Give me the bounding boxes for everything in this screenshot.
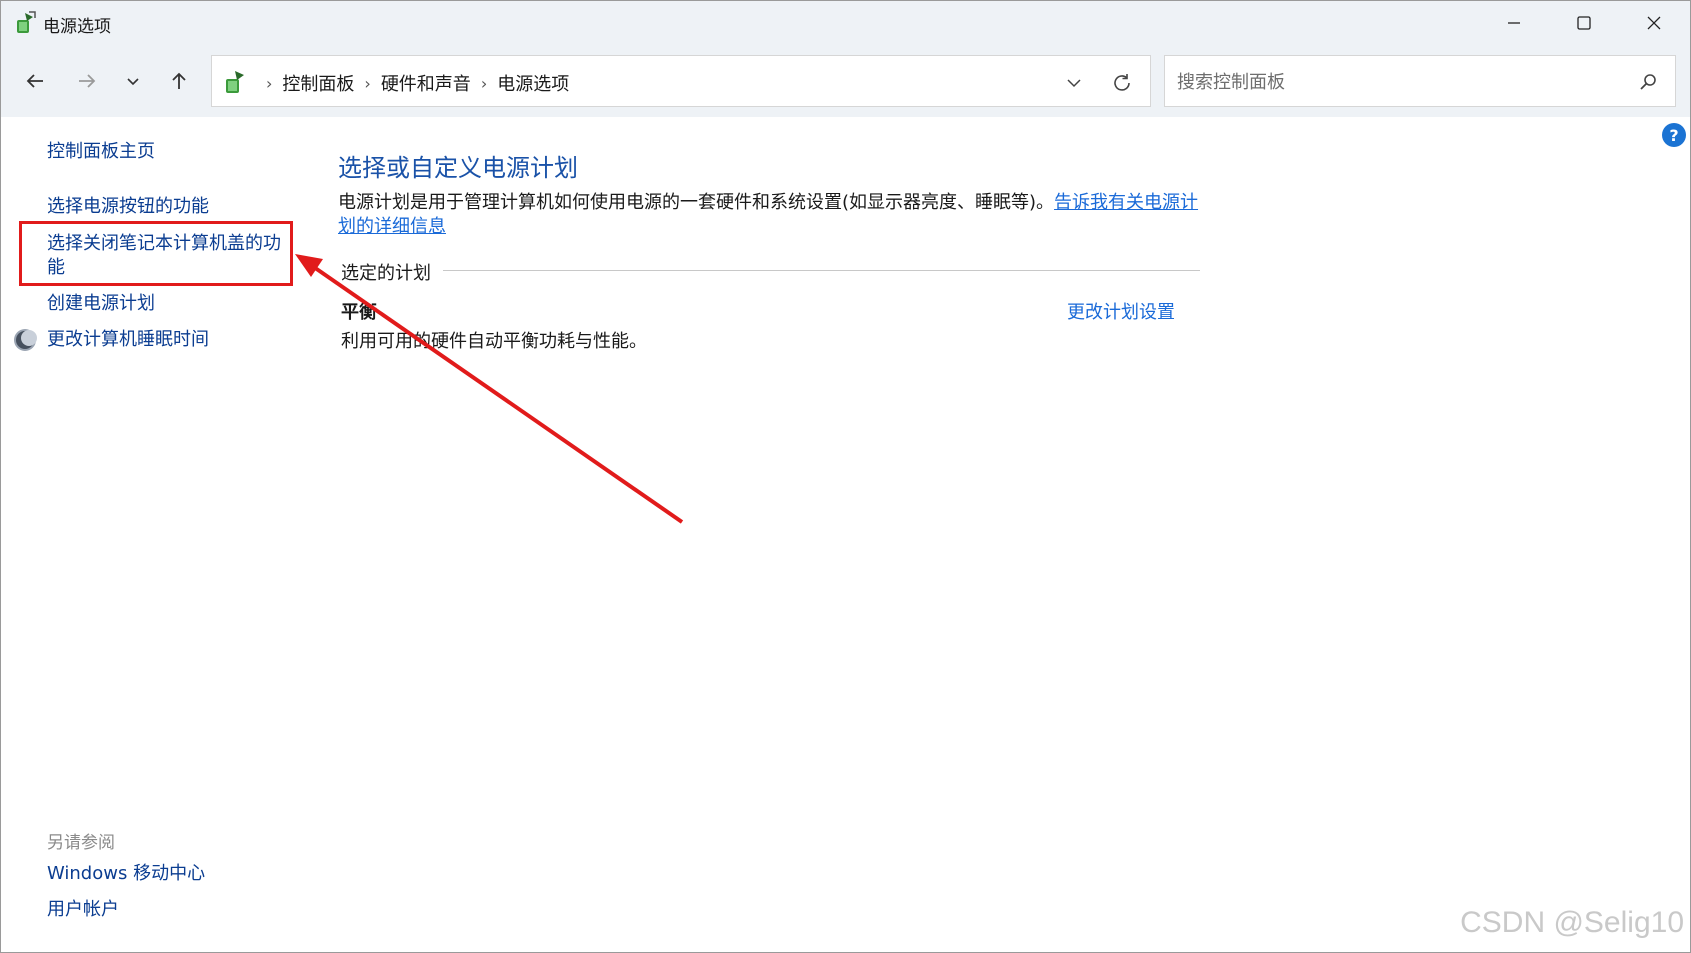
search-box[interactable] (1164, 55, 1676, 107)
forward-button[interactable] (67, 61, 107, 101)
recent-locations-button[interactable] (113, 61, 153, 101)
watermark: CSDN @Selig10 (1460, 906, 1684, 939)
sidebar-item-create-power-plan[interactable]: 创建电源计划 (47, 292, 155, 316)
breadcrumb-power-options[interactable]: 电源选项 (497, 70, 569, 96)
maximize-button[interactable] (1549, 1, 1619, 45)
page-title: 选择或自定义电源计划 (338, 154, 578, 182)
annotation-arrow (295, 254, 684, 524)
breadcrumb: › 控制面板 › 硬件和声音 › 电源选项 (256, 70, 569, 96)
description-text: 电源计划是用于管理计算机如何使用电源的一套硬件和系统设置(如显示器亮度、睡眠等)… (338, 192, 1055, 213)
page-description: 电源计划是用于管理计算机如何使用电源的一套硬件和系统设置(如显示器亮度、睡眠等)… (338, 191, 1208, 239)
section-divider (443, 270, 1200, 271)
sidebar-item-power-button-function[interactable]: 选择电源按钮的功能 (47, 195, 209, 219)
chevron-down-icon (127, 78, 139, 86)
control-panel-icon (226, 71, 244, 93)
back-arrow-icon (26, 74, 43, 88)
refresh-button[interactable] (1108, 69, 1136, 97)
sidebar-item-user-accounts[interactable]: 用户帐户 (47, 898, 119, 922)
search-input[interactable] (1175, 66, 1619, 98)
sidebar-item-control-panel-home[interactable]: 控制面板主页 (47, 140, 155, 164)
close-button[interactable] (1619, 1, 1689, 45)
minimize-button[interactable] (1479, 1, 1549, 45)
up-arrow-icon (172, 72, 186, 89)
power-options-window: 电源选项 › 控制面板 › 硬件和声音 › 电源选项 搜索控制面板 ? 控制面板… (0, 0, 1691, 953)
plan-name: 平衡 (341, 302, 377, 323)
annotation-highlight-box (19, 221, 293, 286)
navigation-toolbar: › 控制面板 › 硬件和声音 › 电源选项 (1, 45, 1690, 117)
forward-arrow-icon (79, 74, 96, 88)
help-icon[interactable]: ? (1662, 123, 1686, 147)
maximize-icon (1577, 16, 1591, 30)
minimize-icon (1508, 22, 1520, 24)
sidebar-item-change-sleep-time[interactable]: 更改计算机睡眠时间 (47, 328, 209, 352)
breadcrumb-control-panel[interactable]: 控制面板 (282, 70, 354, 96)
window-title: 电源选项 (43, 17, 111, 37)
breadcrumb-separator-icon: › (266, 73, 273, 93)
see-also-heading: 另请参阅 (47, 833, 115, 853)
selected-plan-label: 选定的计划 (341, 263, 431, 284)
plan-description: 利用可用的硬件自动平衡功耗与性能。 (341, 331, 647, 352)
address-bar[interactable]: › 控制面板 › 硬件和声音 › 电源选项 (211, 55, 1151, 107)
title-bar: 电源选项 (1, 1, 1690, 45)
breadcrumb-separator-icon: › (480, 73, 488, 93)
moon-icon (14, 329, 37, 351)
address-history-button[interactable] (1060, 69, 1088, 97)
breadcrumb-hardware-sound[interactable]: 硬件和声音 (381, 70, 471, 96)
power-options-icon (17, 11, 36, 33)
sidebar-item-windows-mobility-center[interactable]: Windows 移动中心 (47, 862, 205, 886)
breadcrumb-separator-icon: › (364, 73, 371, 93)
close-icon (1647, 16, 1661, 30)
search-icon[interactable] (1635, 69, 1661, 95)
change-plan-settings-link[interactable]: 更改计划设置 (1067, 298, 1175, 324)
refresh-icon (1114, 74, 1130, 91)
chevron-down-icon (1067, 79, 1081, 88)
up-button[interactable] (159, 61, 199, 101)
back-button[interactable] (15, 61, 55, 101)
